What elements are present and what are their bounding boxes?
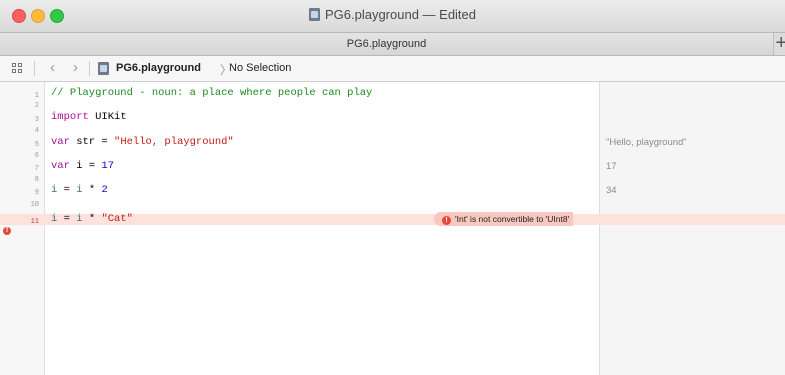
code-token: // Playground - noun: a place where peop… (51, 87, 373, 99)
line-number: 11 (30, 218, 39, 226)
chevron-left-icon[interactable]: ‹ (50, 59, 55, 76)
line-number: 7 (34, 165, 39, 173)
playground-file-icon (98, 62, 109, 75)
code-token: * (82, 213, 102, 225)
add-tab-button[interactable]: + (775, 30, 785, 56)
title-bar: PG6.playground — Edited (0, 0, 785, 33)
playground-file-icon (308, 8, 320, 21)
line-number: 3 (34, 116, 39, 124)
line-number: 9 (34, 189, 39, 197)
result-value[interactable]: 34 (606, 185, 617, 196)
jumpbar-file[interactable]: PG6.playground (116, 62, 201, 74)
error-message: 'Int' is not convertible to 'UInt8' (455, 214, 570, 224)
line-number: 1 (34, 92, 39, 100)
line-number: 6 (34, 152, 39, 160)
code-line[interactable]: i = i * 2 (51, 184, 108, 196)
jumpbar-selection[interactable]: No Selection (229, 62, 291, 74)
line-number: 10 (30, 201, 39, 209)
code-token: "Hello, playground" (114, 136, 234, 148)
results-sidebar (599, 82, 785, 375)
code-token: 17 (101, 160, 115, 172)
window-title-wrap: PG6.playground — Edited (0, 7, 785, 22)
code-token: var (51, 136, 70, 148)
tab-bar: PG6.playground + (0, 30, 785, 56)
line-number: 8 (34, 176, 39, 184)
error-message-bubble[interactable]: ! 'Int' is not convertible to 'UInt8' (434, 212, 574, 226)
code-token: var (51, 160, 70, 172)
code-line[interactable]: i = i * "Cat" (51, 213, 133, 225)
code-line[interactable]: var str = "Hello, playground" (51, 136, 234, 148)
code-token: = (57, 213, 77, 225)
result-value[interactable]: 17 (606, 161, 617, 172)
window-title: PG6.playground — Edited (324, 7, 477, 22)
grid-icon[interactable] (12, 63, 23, 74)
code-token: "Cat" (101, 213, 133, 225)
code-token: import (51, 111, 89, 123)
code-token: 2 (101, 184, 108, 196)
code-token: UIKit (88, 111, 127, 123)
error-icon: ! (442, 216, 451, 225)
result-value[interactable]: "Hello, playground" (606, 137, 687, 148)
jump-bar: ‹ › PG6.playground 〉 No Selection (0, 56, 785, 82)
line-number: 4 (34, 127, 39, 135)
code-token: * (82, 184, 102, 196)
line-number: 2 (34, 102, 39, 110)
code-line[interactable]: import UIKit (51, 111, 127, 123)
code-editor[interactable] (45, 82, 598, 375)
code-line[interactable]: // Playground - noun: a place where peop… (51, 87, 372, 99)
line-number: 5 (34, 141, 39, 149)
chevron-right-icon[interactable]: › (73, 59, 78, 76)
error-icon[interactable]: ! (3, 227, 11, 235)
tab-playground[interactable]: PG6.playground (0, 33, 774, 55)
code-token: str = (69, 136, 115, 148)
separator (89, 61, 90, 76)
code-token: i = (69, 160, 102, 172)
separator (34, 61, 35, 76)
code-line[interactable]: var i = 17 (51, 160, 114, 172)
code-token: = (57, 184, 77, 196)
